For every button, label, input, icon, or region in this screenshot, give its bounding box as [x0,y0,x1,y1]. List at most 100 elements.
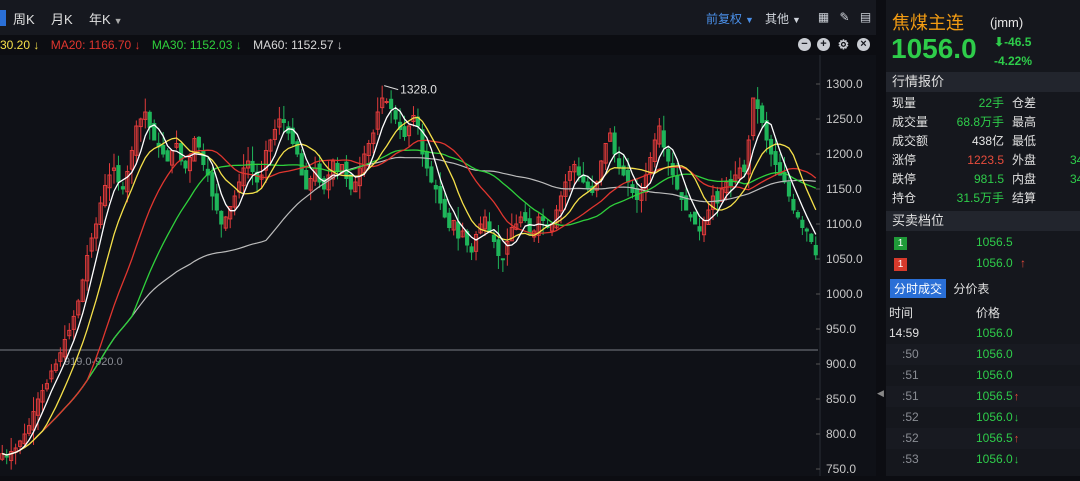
candle-body [670,163,675,176]
trade-time: 14:59 [889,326,920,340]
layers-icon[interactable]: ▤ [859,11,872,24]
candle-body [4,455,9,458]
y-tick-label: 1300.0 [826,77,863,91]
ma30-value: MA30: 1152.03 ↓ [151,38,242,52]
quote-row: 涨停 1223.5 外盘 34 [892,152,1080,169]
brush-icon[interactable]: ✎ [838,11,851,24]
quote-label: 涨停 [892,153,917,167]
quote-value: 22手 [978,96,1004,110]
y-tick-label: 1050.0 [826,252,863,266]
candle-body [688,214,693,218]
candle-body [791,198,796,211]
candle-body [661,130,666,148]
kline-svg[interactable]: 1300.0 1250.0 1200.0 1150.0 1100.0 1050.0 1000… [0,55,880,476]
kline-chart[interactable]: 1300.0 1250.0 1200.0 1150.0 1100.0 1050.0 1000… [0,55,880,476]
candle-body [585,181,590,190]
quote-row: 成交量 68.8万手 最高 [892,114,1080,131]
plus-icon[interactable]: + [817,38,830,51]
candle-body [541,216,546,222]
candle-body [500,258,505,261]
candle-body [576,166,581,176]
candle-body [433,185,438,190]
trade-row: :53 1056.0↓ [886,449,1080,470]
tab-month-k[interactable]: 月K [51,9,73,28]
minus-icon[interactable]: − [798,38,811,51]
candle-body [773,151,778,166]
tab-price-table[interactable]: 分价表 [949,279,993,298]
period-selected-indicator [0,10,6,26]
candle-body [424,151,429,169]
close-icon[interactable]: × [857,38,870,51]
y-tick-label: 1150.0 [826,182,862,196]
quote-row: 跌停 981.5 内盘 34 [892,171,1080,188]
candle-body [456,221,461,239]
other-dropdown[interactable]: 其他 ▼ [765,10,801,27]
quote-label: 成交额 [892,134,929,148]
ma60-value: MA60: 1152.57 ↓ [253,38,343,52]
candle-body [800,219,805,229]
level-badge: 1 [894,258,907,271]
ma-indicator-bar: 30.20 ↓ MA20: 1166.70 ↓ MA30: 1152.03 ↓ … [0,35,880,55]
orderbook-row[interactable]: 1 1056.5 [894,234,1080,251]
quote-panel: 焦煤主连 (jmm) 1056.0 ⬇-46.5 -4.22% 行情报价 现量 2… [886,0,1080,476]
collapse-arrow-icon[interactable]: ◀ [877,388,884,399]
candle-body [693,211,698,225]
trade-time: :52 [902,431,919,445]
adjust-dropdown[interactable]: 前复权 ▼ [706,10,754,27]
y-tick-label: 1100.0 [826,217,862,231]
price-change-pct: -4.22% [994,54,1033,68]
panel-separator[interactable]: ◀ [876,0,886,476]
chevron-down-icon: ▼ [113,16,123,26]
chart-toolbar: 周K 月K 年K ▼ 前复权 ▼ 其他 ▼ ▦ ✎ ▤ [0,0,880,35]
candle-body [442,198,447,218]
last-price: 1056.0 [891,33,977,64]
up-arrow-icon: ↑ [1013,433,1020,445]
price-change-value: -46.5 [1004,35,1032,49]
quote-label: 仓差 [1012,96,1037,110]
gear-icon[interactable]: ⚙ [837,38,850,51]
candle-body [165,150,170,162]
trade-row: 14:59 1056.0 [886,323,1080,344]
tab-label: 周K [13,12,35,27]
quote-row: 成交额 438亿 最低 [892,133,1080,150]
tab-year-k[interactable]: 年K ▼ [89,9,123,28]
grid-layout-icon[interactable]: ▦ [817,11,830,24]
trade-row: :51 1056.5↑ [886,386,1080,407]
candle-body [214,193,219,211]
quote-value: 438亿 [971,134,1004,148]
chevron-down-icon: ▼ [745,15,754,25]
price-change: ⬇-46.5 [994,35,1031,49]
y-tick-label: 950.0 [826,322,856,336]
column-time: 时间 [889,306,914,320]
quote-label: 最高 [1012,115,1037,129]
instrument-code: (jmm) [990,15,1024,30]
tab-week-k[interactable]: 周K [13,9,35,28]
trade-price: 1056.0↓ [976,410,1020,424]
ma5-line [2,107,817,456]
tab-time-sales[interactable]: 分时成交 [890,279,947,298]
candle-body [299,153,304,176]
ma10-line [2,116,817,456]
chevron-down-icon: ▼ [792,15,801,25]
candle-body [304,169,309,190]
candle-body [393,110,398,120]
orderbook-row[interactable]: 1 1056.0 ↑ [894,255,1080,272]
quote-row: 持仓 31.5万手 结算 [892,190,1080,207]
candle-body [523,212,528,222]
tab-label: 年K [89,12,111,27]
candle-body [219,210,224,225]
high-marker-line [384,85,399,91]
candle-body [116,165,121,183]
candle-body [402,126,407,138]
orderbook-section-header: 买卖档位 [886,211,1080,231]
y-tick-label: 850.0 [826,392,856,406]
candle-body [120,186,125,190]
candle-body [210,172,215,197]
trade-row: :51 1056.0 [886,365,1080,386]
y-tick-label: 1200.0 [826,147,863,161]
quote-value: 68.8万手 [956,115,1004,129]
other-label: 其他 [765,12,790,26]
trade-row: :50 1056.0 [886,344,1080,365]
trade-price: 1056.5↑ [976,431,1020,445]
trade-time: :52 [902,410,919,424]
